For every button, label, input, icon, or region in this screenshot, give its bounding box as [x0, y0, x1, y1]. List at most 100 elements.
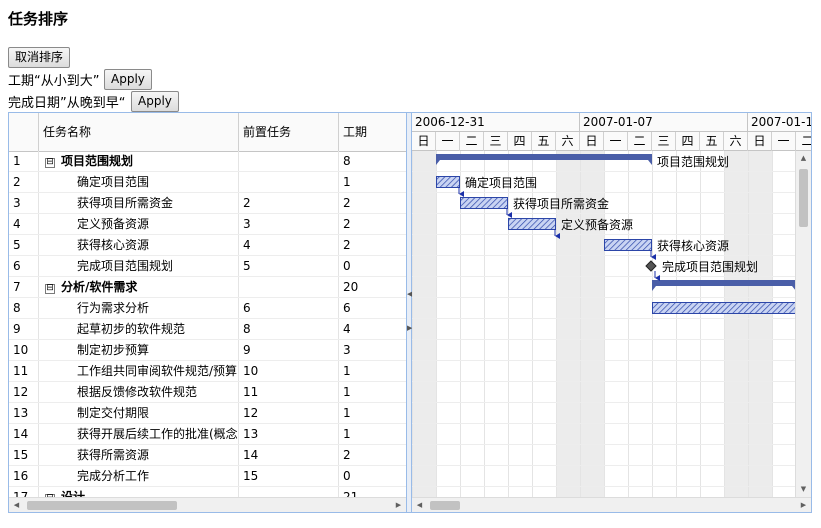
table-row[interactable]: 11 工作组共同审阅软件规范/预算 10 1: [9, 361, 406, 382]
task-name-cell[interactable]: 制定交付期限: [39, 403, 239, 423]
table-row[interactable]: 15 获得所需资源 14 2: [9, 445, 406, 466]
duration-cell[interactable]: 2: [339, 214, 406, 234]
task-name-cell[interactable]: 获得开展后续工作的批准(概念: [39, 424, 239, 444]
predecessor-cell[interactable]: 2: [239, 193, 339, 213]
grid-horizontal-scrollbar[interactable]: ◀ ▶: [9, 497, 406, 512]
table-row[interactable]: 8 行为需求分析 6 6: [9, 298, 406, 319]
task-name-cell[interactable]: 完成分析工作: [39, 466, 239, 486]
timeline-vertical-scrollbar[interactable]: ▲ ▼: [795, 151, 811, 497]
task-name-cell[interactable]: 确定项目范围: [39, 172, 239, 192]
table-row[interactable]: 17⊟设计 21: [9, 487, 406, 497]
predecessor-cell[interactable]: 11: [239, 382, 339, 402]
predecessor-cell[interactable]: 6: [239, 298, 339, 318]
table-row[interactable]: 1 ⊟ 项目范围规划 8: [9, 151, 406, 172]
scroll-left-arrow-icon[interactable]: ◀: [9, 498, 24, 512]
predecessor-cell[interactable]: 15: [239, 466, 339, 486]
task-name-cell[interactable]: 制定初步预算: [39, 340, 239, 360]
table-row[interactable]: 9 起草初步的软件规范 8 4: [9, 319, 406, 340]
task-bar[interactable]: [652, 302, 796, 314]
collapse-toggle-icon[interactable]: ⊟: [45, 284, 55, 294]
timeline-horizontal-scrollbar[interactable]: ◀ ▶: [412, 497, 811, 512]
duration-cell[interactable]: 1: [339, 382, 406, 402]
timeline-day-label: 二: [628, 132, 652, 151]
column-header-predecessor[interactable]: 前置任务: [239, 113, 339, 151]
predecessor-cell[interactable]: 4: [239, 235, 339, 255]
duration-cell[interactable]: 2: [339, 193, 406, 213]
scroll-down-arrow-icon[interactable]: ▼: [796, 482, 811, 497]
predecessor-cell[interactable]: 9: [239, 340, 339, 360]
scroll-right-arrow-icon[interactable]: ▶: [391, 498, 406, 512]
predecessor-cell[interactable]: 14: [239, 445, 339, 465]
table-row[interactable]: 16 完成分析工作 15 0: [9, 466, 406, 487]
duration-cell[interactable]: 4: [339, 319, 406, 339]
duration-cell[interactable]: 20: [339, 277, 406, 297]
table-row[interactable]: 2 确定项目范围 1: [9, 172, 406, 193]
duration-cell[interactable]: 21: [339, 487, 406, 497]
duration-cell[interactable]: 0: [339, 466, 406, 486]
duration-cell[interactable]: 8: [339, 151, 406, 171]
task-bar[interactable]: [460, 197, 508, 209]
duration-cell[interactable]: 2: [339, 235, 406, 255]
cancel-sort-button[interactable]: 取消排序: [8, 47, 71, 68]
expand-right-icon[interactable]: ▶: [407, 323, 412, 333]
task-name-cell[interactable]: 起草初步的软件规范: [39, 319, 239, 339]
apply-finish-sort-button[interactable]: Apply: [131, 91, 179, 112]
predecessor-cell[interactable]: 5: [239, 256, 339, 276]
table-row[interactable]: 5 获得核心资源 4 2: [9, 235, 406, 256]
timeline-hscroll-thumb[interactable]: [430, 501, 460, 510]
column-header-duration[interactable]: 工期: [339, 113, 406, 151]
task-bar[interactable]: [436, 176, 460, 188]
table-row[interactable]: 14 获得开展后续工作的批准(概念 13 1: [9, 424, 406, 445]
table-row[interactable]: 12 根据反馈修改软件规范 11 1: [9, 382, 406, 403]
task-name-cell[interactable]: 工作组共同审阅软件规范/预算: [39, 361, 239, 381]
timeline-scroll-right-icon[interactable]: ▶: [796, 498, 811, 512]
table-row[interactable]: 7 ⊟ 分析/软件需求 20: [9, 277, 406, 298]
table-row[interactable]: 6 完成项目范围规划 5 0: [9, 256, 406, 277]
duration-cell[interactable]: 0: [339, 256, 406, 276]
table-row[interactable]: 13 制定交付期限 12 1: [9, 403, 406, 424]
task-name-cell[interactable]: 获得所需资源: [39, 445, 239, 465]
predecessor-cell[interactable]: 12: [239, 403, 339, 423]
task-name-cell[interactable]: 根据反馈修改软件规范: [39, 382, 239, 402]
collapse-toggle-icon[interactable]: ⊟: [45, 158, 55, 168]
apply-duration-sort-button[interactable]: Apply: [104, 69, 152, 90]
task-name-cell[interactable]: 获得项目所需资金: [39, 193, 239, 213]
milestone-diamond[interactable]: [645, 260, 657, 272]
timeline-vscroll-thumb[interactable]: [799, 169, 808, 227]
predecessor-cell[interactable]: [239, 151, 339, 171]
task-name-cell[interactable]: 行为需求分析: [39, 298, 239, 318]
duration-cell[interactable]: 1: [339, 172, 406, 192]
collapse-left-icon[interactable]: ◀: [407, 289, 412, 299]
task-bar[interactable]: [508, 218, 556, 230]
duration-cell[interactable]: 1: [339, 361, 406, 381]
table-row[interactable]: 3 获得项目所需资金 2 2: [9, 193, 406, 214]
task-name-cell[interactable]: ⊟设计: [39, 487, 239, 497]
predecessor-cell[interactable]: 13: [239, 424, 339, 444]
duration-cell[interactable]: 1: [339, 424, 406, 444]
predecessor-cell[interactable]: 8: [239, 319, 339, 339]
grid-scroll-thumb[interactable]: [27, 501, 177, 510]
timeline-scroll-left-icon[interactable]: ◀: [412, 498, 427, 512]
predecessor-cell[interactable]: 10: [239, 361, 339, 381]
duration-cell[interactable]: 2: [339, 445, 406, 465]
duration-cell[interactable]: 3: [339, 340, 406, 360]
predecessor-cell[interactable]: [239, 487, 339, 497]
table-row[interactable]: 10 制定初步预算 9 3: [9, 340, 406, 361]
scroll-up-arrow-icon[interactable]: ▲: [796, 151, 811, 166]
summary-bar[interactable]: [652, 280, 796, 286]
predecessor-cell[interactable]: [239, 172, 339, 192]
timeline-day-label: 六: [556, 132, 580, 151]
task-name-cell[interactable]: 获得核心资源: [39, 235, 239, 255]
duration-cell[interactable]: 6: [339, 298, 406, 318]
predecessor-cell[interactable]: [239, 277, 339, 297]
duration-cell[interactable]: 1: [339, 403, 406, 423]
table-row[interactable]: 4 定义预备资源 3 2: [9, 214, 406, 235]
task-bar[interactable]: [604, 239, 652, 251]
task-name-cell[interactable]: ⊟ 项目范围规划: [39, 151, 239, 171]
task-name-cell[interactable]: ⊟ 分析/软件需求: [39, 277, 239, 297]
task-name-cell[interactable]: 定义预备资源: [39, 214, 239, 234]
summary-bar[interactable]: [436, 154, 652, 160]
column-header-name[interactable]: 任务名称: [39, 113, 239, 151]
task-name-cell[interactable]: 完成项目范围规划: [39, 256, 239, 276]
predecessor-cell[interactable]: 3: [239, 214, 339, 234]
